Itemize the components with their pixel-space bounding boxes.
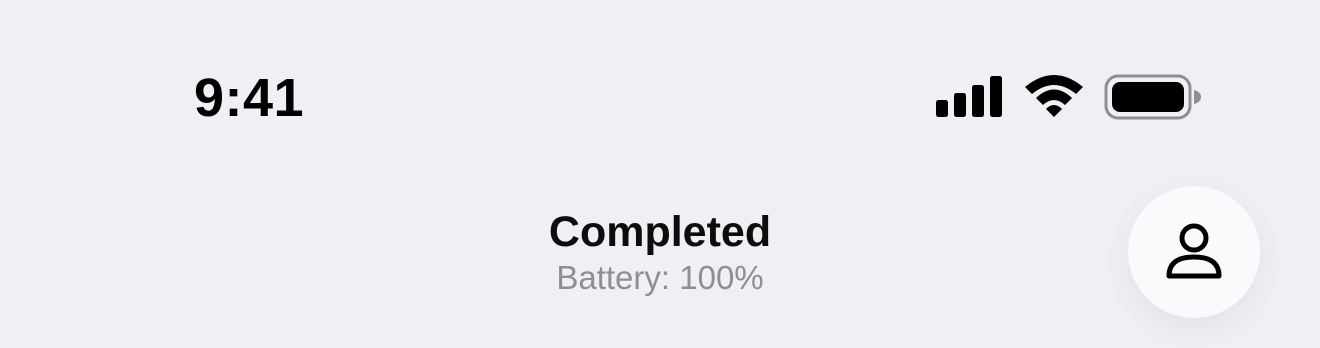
battery-status-subtitle: Battery: 100% (556, 259, 764, 296)
status-time: 9:41 (194, 68, 305, 128)
profile-button[interactable] (1128, 186, 1260, 318)
battery-icon (1104, 74, 1201, 120)
title-group: Completed Battery: 100% (460, 206, 860, 298)
navigation-header: Completed Battery: 100% (0, 180, 1320, 348)
person-icon (1166, 223, 1222, 279)
cellular-signal-icon (936, 76, 1002, 117)
status-bar: 9:41 (0, 0, 1320, 160)
page-title: Completed (548, 208, 772, 256)
wifi-icon (1025, 75, 1083, 117)
